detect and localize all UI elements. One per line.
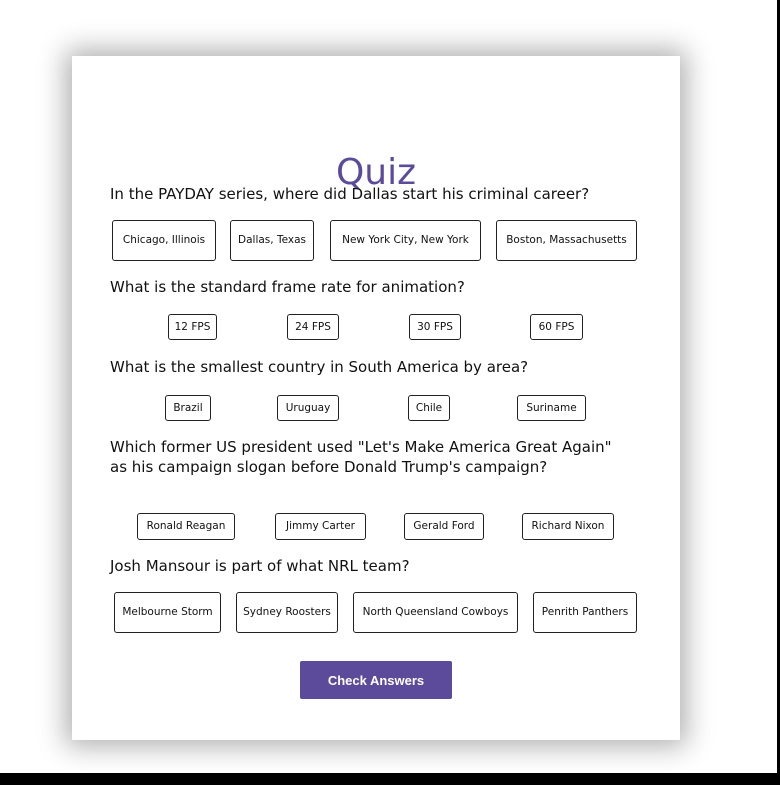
check-answers-button[interactable]: Check Answers [300,661,452,699]
q3-option-2[interactable]: Uruguay [277,395,339,421]
q1-option-3[interactable]: New York City, New York [330,220,481,261]
q2-option-2[interactable]: 24 FPS [287,314,339,340]
q2-option-1[interactable]: 12 FPS [168,314,217,340]
q1-option-2[interactable]: Dallas, Texas [230,220,314,261]
q1-option-4[interactable]: Boston, Massachusetts [496,220,637,261]
q3-option-4[interactable]: Suriname [517,395,586,421]
quiz-card: Quiz In the PAYDAY series, where did Dal… [72,56,680,740]
q4-option-3[interactable]: Gerald Ford [404,513,484,540]
q4-option-2[interactable]: Jimmy Carter [275,513,366,540]
q3-option-3[interactable]: Chile [408,395,450,421]
q5-option-3[interactable]: North Queensland Cowboys [353,592,518,633]
q5-option-2[interactable]: Sydney Roosters [236,592,338,633]
q2-option-4[interactable]: 60 FPS [530,314,583,340]
q4-option-4[interactable]: Richard Nixon [522,513,614,540]
q1-option-1[interactable]: Chicago, Illinois [112,220,216,261]
question-3-text: What is the smallest country in South Am… [110,358,529,376]
question-2-text: What is the standard frame rate for anim… [110,278,465,296]
q5-option-4[interactable]: Penrith Panthers [533,592,637,633]
q2-option-3[interactable]: 30 FPS [409,314,461,340]
q4-option-1[interactable]: Ronald Reagan [137,513,235,540]
question-5-text: Josh Mansour is part of what NRL team? [110,557,410,575]
q3-option-1[interactable]: Brazil [165,395,211,421]
window-bottom-bar [0,773,780,785]
question-4-text: Which former US president used "Let's Ma… [110,438,612,476]
question-1-text: In the PAYDAY series, where did Dallas s… [110,185,590,203]
q5-option-1[interactable]: Melbourne Storm [114,592,221,633]
